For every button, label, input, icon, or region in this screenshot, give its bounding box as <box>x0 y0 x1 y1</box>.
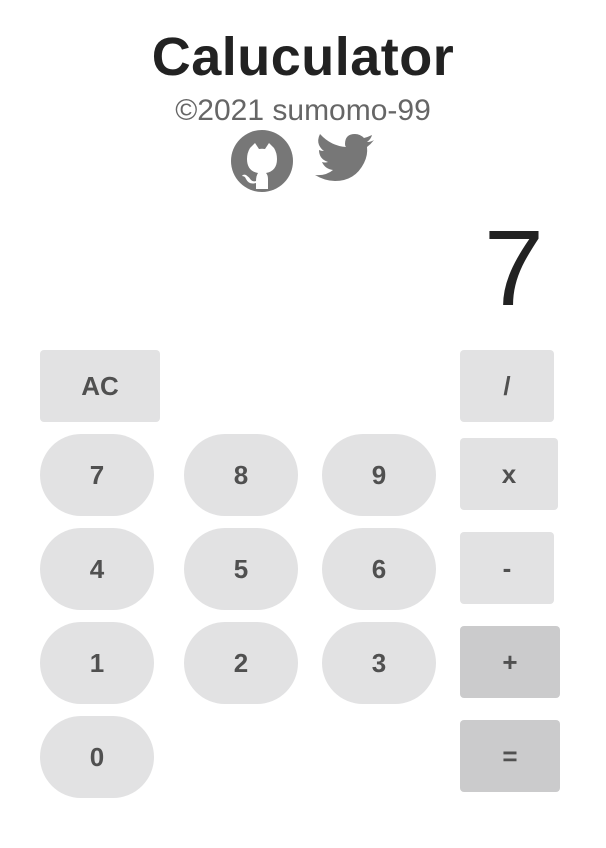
twitter-icon <box>315 134 374 181</box>
copyright-text: ©2021 sumomo-99 <box>175 94 431 127</box>
clear-button[interactable]: AC <box>40 350 160 422</box>
digit-7-button[interactable]: 7 <box>40 434 154 516</box>
social-links <box>0 130 606 192</box>
github-link[interactable] <box>230 130 294 192</box>
digit-6-button[interactable]: 6 <box>322 528 436 610</box>
subtract-button[interactable]: - <box>460 532 554 604</box>
equals-button[interactable]: = <box>460 720 560 792</box>
digit-1-button[interactable]: 1 <box>40 622 154 704</box>
github-icon <box>231 130 293 192</box>
multiply-button[interactable]: x <box>460 438 558 510</box>
digit-8-button[interactable]: 8 <box>184 434 298 516</box>
calculator-page: Caluculator ©2021 sumomo-99 7 AC / 7 8 9… <box>0 0 606 848</box>
twitter-link[interactable] <box>312 130 376 192</box>
digit-4-button[interactable]: 4 <box>40 528 154 610</box>
digit-3-button[interactable]: 3 <box>322 622 436 704</box>
digit-5-button[interactable]: 5 <box>184 528 298 610</box>
digit-2-button[interactable]: 2 <box>184 622 298 704</box>
page-title: Caluculator <box>151 27 455 87</box>
result-display: 7 <box>483 207 544 328</box>
add-button[interactable]: + <box>460 626 560 698</box>
digit-0-button[interactable]: 0 <box>40 716 154 798</box>
divide-button[interactable]: / <box>460 350 554 422</box>
digit-9-button[interactable]: 9 <box>322 434 436 516</box>
